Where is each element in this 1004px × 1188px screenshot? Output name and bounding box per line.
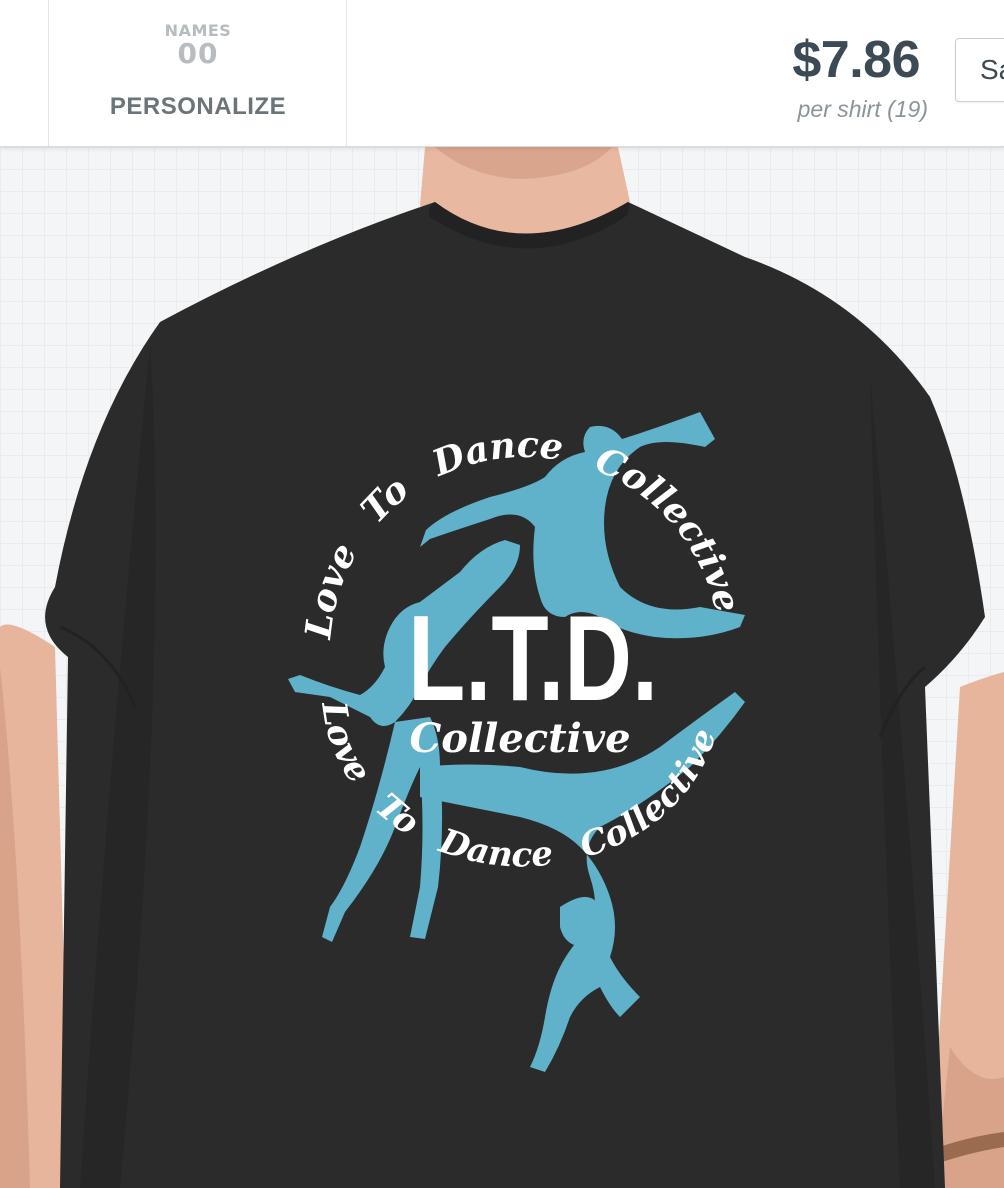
- shirt-preview: Love To Dance Collective Love To Dance C…: [0, 147, 1004, 1188]
- design-main-text: L.T.D.: [408, 590, 658, 726]
- per-shirt-quantity: per shirt (19): [797, 96, 928, 122]
- shirt-mockup: Love To Dance Collective Love To Dance C…: [0, 147, 1004, 1188]
- toolbar-divider: [48, 0, 49, 146]
- save-button[interactable]: Sa: [955, 38, 1004, 102]
- personalize-button[interactable]: NAMES 00 PERSONALIZE: [50, 0, 346, 146]
- personalize-label: PERSONALIZE: [109, 93, 287, 120]
- design-toolbar: NAMES 00 PERSONALIZE $7.86 per shirt (19…: [0, 0, 1004, 147]
- price-per-shirt: $7.86: [792, 31, 920, 89]
- toolbar-divider: [346, 0, 347, 146]
- names-number: 00: [177, 37, 219, 70]
- design-sub-text: Collective: [409, 715, 630, 762]
